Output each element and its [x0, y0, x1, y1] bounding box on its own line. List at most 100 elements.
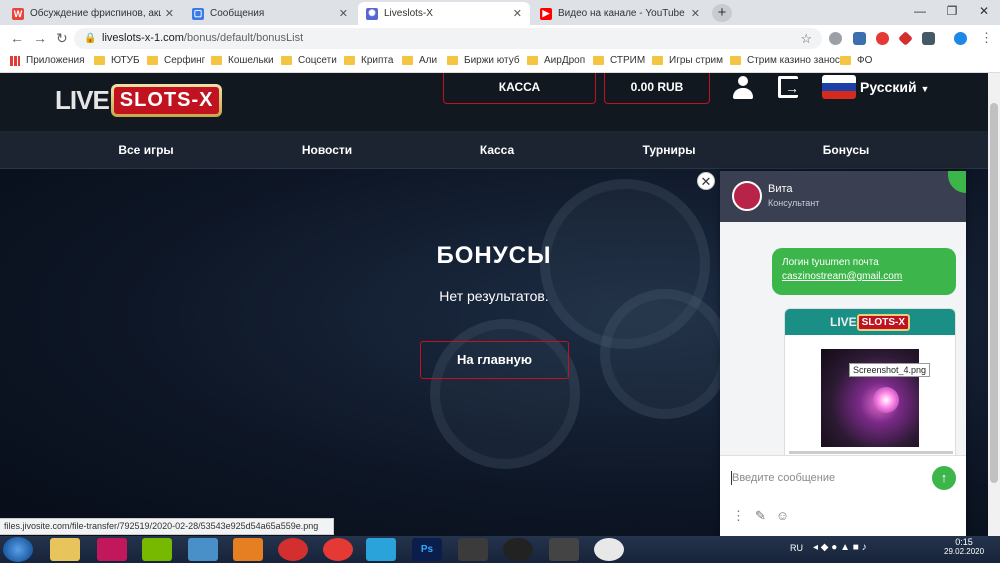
tab-messages[interactable]: ▢ Сообщения ✕ [184, 2, 356, 25]
nav-news[interactable]: Новости [302, 143, 352, 157]
new-tab-button[interactable]: + [712, 4, 732, 22]
nav-bonuses[interactable]: Бонусы [823, 143, 870, 157]
maximize-button[interactable]: ❐ [936, 0, 968, 22]
chat-header: Вита Консультант [720, 171, 966, 222]
bookmark-folder[interactable]: Соцсети [281, 55, 337, 66]
kassa-button[interactable]: КАССА [443, 73, 596, 104]
language-indicator[interactable]: RU [790, 543, 803, 553]
bookmark-folder[interactable]: Али [402, 55, 437, 66]
telegram-icon[interactable] [366, 538, 396, 561]
russian-flag-icon[interactable] [822, 75, 856, 99]
send-arrow-icon[interactable]: ↑ [932, 466, 956, 490]
obs-icon[interactable] [503, 538, 533, 561]
media-player-icon[interactable] [233, 538, 263, 561]
nav-kassa[interactable]: Касса [480, 143, 514, 157]
home-button[interactable]: На главную [420, 341, 569, 379]
nav-tournaments[interactable]: Турниры [643, 143, 696, 157]
folder-icon [281, 56, 292, 65]
chevron-down-icon: ▼ [920, 84, 930, 94]
calculator-icon[interactable] [188, 538, 218, 561]
logo-slots-badge: SLOTS-X [110, 83, 223, 117]
speedtest-icon[interactable] [278, 538, 308, 561]
profile-avatar-icon[interactable] [954, 32, 967, 45]
chat-tools: ⋮ ✎ ☺ [732, 508, 789, 524]
tab-youtube-studio[interactable]: ▶ Видео на канале - YouTube Stu ✕ [532, 2, 708, 25]
bookmark-label: ФО [857, 55, 873, 66]
clock[interactable]: 0:15 29.02.2020 [944, 537, 984, 556]
scrollbar-thumb[interactable] [990, 103, 998, 483]
close-tab-icon[interactable]: ✕ [165, 7, 174, 20]
forward-button[interactable]: → [33, 29, 47, 47]
globe-extension-icon[interactable] [829, 32, 842, 45]
more-options-icon[interactable]: ⋮ [732, 508, 745, 524]
bookmark-folder[interactable]: Крипта [344, 55, 393, 66]
bookmark-label: Биржи ютуб [464, 55, 520, 66]
counter-extension-icon[interactable] [922, 32, 935, 45]
bookmark-folder[interactable]: Биржи ютуб [447, 55, 520, 66]
reload-button[interactable]: ↻ [56, 29, 68, 47]
balance-button[interactable]: 0.00 RUB [604, 73, 710, 104]
chat-close-button[interactable]: ✕ [697, 172, 715, 190]
bookmark-folder[interactable]: СТРИМ [593, 55, 645, 66]
nav-all-games[interactable]: Все игры [118, 143, 173, 157]
email-link[interactable]: caszinostream@gmail.com [782, 271, 902, 282]
chat-message-outgoing: Логин tyuumen почта caszinostream@gmail.… [772, 248, 956, 295]
extension-icon[interactable] [853, 32, 866, 45]
bookmark-folder[interactable]: Кошельки [211, 55, 274, 66]
close-tab-icon[interactable]: ✕ [513, 7, 522, 20]
bookmark-folder[interactable]: ФО [840, 55, 872, 66]
close-window-button[interactable]: ✕ [968, 0, 1000, 22]
close-tab-icon[interactable]: ✕ [691, 7, 700, 20]
tab-title: Обсуждение фриспинов, акций [30, 8, 161, 19]
diamond-extension-icon[interactable] [898, 31, 913, 46]
clock-date: 29.02.2020 [944, 547, 985, 556]
tray-icons[interactable]: ◂ ◆ ● ▲ ■ ♪ [813, 542, 867, 553]
bookmark-folder[interactable]: ЮТУБ [94, 55, 140, 66]
no-results-text: Нет результатов. [439, 288, 549, 304]
bookmark-label: СТРИМ [610, 55, 646, 66]
lock-icon[interactable]: 🔒 [84, 28, 96, 49]
world-of-tanks-icon[interactable] [458, 538, 488, 561]
file-explorer-icon[interactable] [50, 538, 80, 561]
attach-paperclip-icon[interactable]: ✎ [755, 508, 766, 524]
folder-icon [211, 56, 222, 65]
site-logo[interactable]: LIVE SLOTS-X [55, 78, 223, 122]
bookmark-star-icon[interactable]: ☆ [800, 28, 812, 49]
chat-messages[interactable]: Логин tyuumen почта caszinostream@gmail.… [720, 222, 966, 455]
online-indicator [948, 171, 966, 193]
bookmark-folder[interactable]: Серфинг [147, 55, 205, 66]
browser-menu-icon[interactable]: ⋮ [980, 30, 993, 46]
logo-slots-text: SLOTS-X [113, 86, 220, 114]
close-tab-icon[interactable]: ✕ [339, 7, 348, 20]
minimize-button[interactable]: — [904, 0, 936, 22]
chat-attachment[interactable]: LIVE SLOTS-X Screenshot_4.png [784, 308, 956, 455]
attachment-header: LIVE SLOTS-X [785, 309, 955, 335]
adblock-extension-icon[interactable] [876, 32, 889, 45]
page-scrollbar[interactable] [988, 73, 1000, 536]
magic-orb-icon [873, 387, 899, 413]
url-bar[interactable]: 🔒 liveslots-x-1.com/bonus/default/bonusL… [74, 28, 822, 49]
bookmark-apps[interactable]: Приложения [10, 55, 85, 66]
opera-icon[interactable] [323, 538, 353, 561]
bookmark-folder[interactable]: АирДроп [527, 55, 585, 66]
back-button[interactable]: ← [10, 29, 24, 47]
user-profile-icon[interactable] [733, 76, 753, 100]
windows-taskbar: Ps RU ◂ ◆ ● ▲ ■ ♪ 0:15 29.02.2020 [0, 536, 1000, 563]
bookmark-folder[interactable]: Стрим казино занос [730, 55, 840, 66]
video-editor-icon[interactable] [549, 538, 579, 561]
chat-widget: Вита Консультант Логин tyuumen почта cas… [720, 171, 966, 536]
bookmark-folder[interactable]: Игры стрим [652, 55, 723, 66]
tab-liveslots[interactable]: ✺ Liveslots-X ✕ [358, 2, 530, 25]
tab-forum[interactable]: W Обсуждение фриспинов, акций ✕ [4, 2, 182, 25]
chat-message-input[interactable]: Введите сообщение [732, 472, 835, 484]
photoshop-icon[interactable]: Ps [412, 538, 442, 561]
chrome-icon[interactable] [594, 538, 624, 561]
folder-icon [652, 56, 663, 65]
windows-start-button[interactable] [3, 537, 33, 562]
app-taskbar-icon[interactable] [97, 538, 127, 561]
language-selector[interactable]: Русский ▼ [860, 79, 929, 95]
emoji-smile-icon[interactable]: ☺ [776, 508, 789, 524]
bookmark-label: ЮТУБ [111, 55, 140, 66]
nvidia-icon[interactable] [142, 538, 172, 561]
logout-icon[interactable]: → [778, 76, 799, 98]
